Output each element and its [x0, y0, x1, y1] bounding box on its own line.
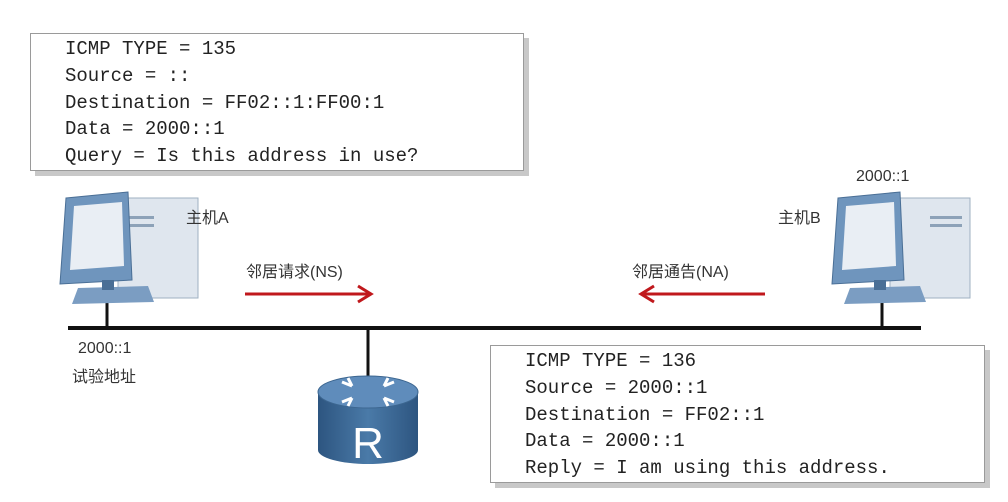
router-label: R [352, 419, 384, 468]
na-packet-line: ICMP TYPE = 136 [525, 350, 697, 372]
ns-packet-line: Source = :: [65, 64, 191, 87]
ns-arrow-icon [245, 284, 374, 304]
diagram: R ICMP TYPE = 135 Source = :: Destinatio… [0, 0, 1008, 502]
ns-packet-line: Query = Is this address in use? [65, 145, 419, 168]
host-b-address: 2000::1 [856, 168, 910, 185]
ns-packet-box: ICMP TYPE = 135 Source = :: Destination … [30, 33, 524, 171]
ns-packet-line: ICMP TYPE = 135 [65, 38, 237, 60]
host-a-name: 主机A [186, 210, 229, 227]
host-b-computer-icon [831, 191, 971, 304]
ns-packet-line: Destination = FF02::1:FF00:1 [65, 91, 385, 114]
na-packet-line: Destination = FF02::1 [525, 403, 765, 426]
host-b-name: 主机B [778, 210, 821, 227]
ns-packet-line: Data = 2000::1 [65, 118, 225, 141]
na-packet-line: Reply = I am using this address. [525, 457, 890, 480]
na-packet-box: ICMP TYPE = 136 Source = 2000::1 Destina… [490, 345, 985, 483]
na-packet-line: Data = 2000::1 [525, 430, 685, 453]
na-packet-line: Source = 2000::1 [525, 376, 708, 399]
na-label: 邻居通告(NA) [632, 264, 729, 281]
ns-label: 邻居请求(NS) [246, 264, 343, 281]
host-a-computer-icon [59, 191, 199, 304]
host-a-note: 试验地址 [72, 369, 137, 386]
router-icon: R [317, 375, 419, 468]
host-a-address: 2000::1 [78, 340, 132, 357]
na-arrow-icon [638, 284, 765, 304]
